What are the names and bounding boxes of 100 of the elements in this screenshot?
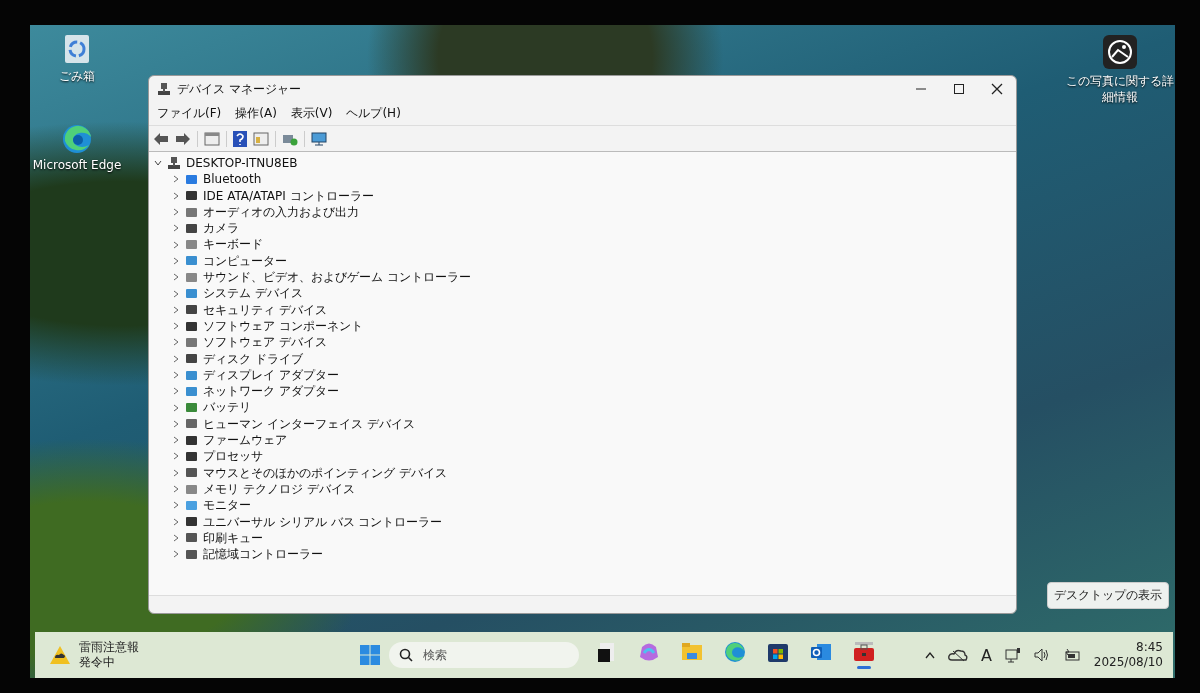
- chevron-icon[interactable]: [172, 240, 180, 249]
- tree-item[interactable]: DESKTOP-ITNU8EB: [186, 155, 298, 172]
- tree-item[interactable]: ディスク ドライブ: [203, 350, 303, 367]
- device-icon: [185, 238, 198, 252]
- chevron-icon[interactable]: [172, 289, 180, 298]
- menu-item[interactable]: 表示(V): [290, 105, 333, 122]
- search-icon[interactable]: [399, 648, 413, 662]
- tree-item[interactable]: ネットワーク アダプター: [203, 383, 339, 400]
- tree-item[interactable]: IDE ATA/ATAPI コントローラー: [203, 187, 374, 204]
- weather-status[interactable]: 発令中: [79, 655, 139, 670]
- chevron-icon[interactable]: [172, 485, 180, 494]
- chevron-icon[interactable]: [172, 354, 180, 363]
- task-view-icon[interactable]: [595, 641, 617, 663]
- properties-window-icon[interactable]: [204, 131, 220, 146]
- chevron-icon[interactable]: [172, 175, 180, 184]
- forward-arrow-icon[interactable]: [175, 131, 191, 146]
- cloud-icon[interactable]: [947, 648, 968, 662]
- chevron-icon[interactable]: [172, 273, 180, 282]
- chevron-icon[interactable]: [172, 468, 180, 477]
- menu-item[interactable]: ファイル(F): [157, 105, 222, 122]
- network-icon[interactable]: [1004, 647, 1021, 663]
- tree-item[interactable]: 印刷キュー: [203, 529, 263, 547]
- computer-icon: [157, 82, 171, 96]
- tree-item[interactable]: マウスとそのほかのポインティング デバイス: [203, 464, 447, 481]
- toolbox-icon[interactable]: [853, 641, 875, 663]
- search-placeholder[interactable]: 検索: [423, 646, 447, 664]
- chevron-icon[interactable]: [172, 517, 180, 526]
- chevron-icon[interactable]: [172, 550, 180, 559]
- folder-icon[interactable]: [681, 641, 703, 663]
- tree-item[interactable]: カメラ: [203, 220, 239, 237]
- speaker-icon[interactable]: [1033, 648, 1050, 662]
- chevron-icon[interactable]: [172, 419, 180, 428]
- photo-info-label[interactable]: この写真に関する詳細情報: [1066, 74, 1174, 106]
- chevron-icon[interactable]: [172, 256, 180, 265]
- chevron-icon[interactable]: [154, 159, 162, 168]
- photo-info-icon[interactable]: [1103, 35, 1137, 69]
- chevron-icon[interactable]: [172, 322, 180, 331]
- window-title: デバイス マネージャー: [177, 80, 302, 98]
- desktop-icon-label[interactable]: ごみ箱: [59, 68, 95, 85]
- chevron-icon[interactable]: [172, 338, 180, 347]
- tree-item[interactable]: モニター: [203, 497, 251, 514]
- tree-item[interactable]: キーボード: [203, 236, 263, 253]
- tree-item[interactable]: セキュリティ デバイス: [203, 301, 327, 318]
- device-icon: [185, 401, 198, 415]
- device-icon: [185, 172, 198, 186]
- chevron-icon[interactable]: [172, 387, 180, 396]
- chevron-icon[interactable]: [172, 208, 180, 217]
- battery-icon[interactable]: [1062, 648, 1081, 662]
- help-icon[interactable]: [233, 130, 247, 147]
- tree-item[interactable]: ソフトウェア デバイス: [203, 334, 327, 351]
- chevron-icon[interactable]: [172, 501, 180, 510]
- device-icon: [185, 450, 198, 463]
- device-icon: [185, 547, 198, 561]
- search-field[interactable]: 検索: [389, 642, 579, 668]
- tree-item[interactable]: システム デバイス: [203, 285, 303, 302]
- ime-indicator[interactable]: A: [980, 645, 992, 665]
- tree-item[interactable]: メモリ テクノロジ デバイス: [203, 480, 355, 498]
- tree-item[interactable]: ユニバーサル シリアル バス コントローラー: [203, 513, 443, 530]
- chevron-icon[interactable]: [172, 533, 180, 542]
- tree-item[interactable]: ファームウェア: [203, 432, 287, 449]
- weather-warning-icon[interactable]: [49, 645, 71, 665]
- clock-time[interactable]: 8:45: [1136, 640, 1163, 655]
- device-icon: [185, 287, 198, 300]
- desktop-icon-label[interactable]: Microsoft Edge: [32, 158, 122, 172]
- tree-item[interactable]: プロセッサ: [203, 448, 263, 465]
- maximize-icon[interactable]: [953, 83, 965, 95]
- device-icon: [185, 498, 198, 512]
- computer-icon: [167, 156, 181, 171]
- chevron-icon[interactable]: [172, 224, 180, 233]
- clock-date[interactable]: 2025/08/10: [1093, 655, 1163, 670]
- chevron-icon[interactable]: [172, 452, 180, 461]
- weather-title[interactable]: 雷雨注意報: [79, 640, 139, 655]
- monitor-icon[interactable]: [311, 131, 327, 146]
- tree-item[interactable]: 記憶域コントローラー: [203, 546, 323, 563]
- tree-item[interactable]: ヒューマン インターフェイス デバイス: [203, 415, 415, 433]
- device-icon: [185, 189, 198, 203]
- tree-item[interactable]: バッテリ: [203, 399, 251, 416]
- tree-item[interactable]: ソフトウェア コンポーネント: [203, 317, 363, 335]
- mail-app-icon[interactable]: [810, 641, 832, 663]
- device-icon: [185, 335, 198, 349]
- chevron-icon[interactable]: [172, 191, 180, 200]
- store-icon[interactable]: [767, 641, 789, 663]
- menu-item[interactable]: 操作(A): [235, 105, 277, 122]
- tree-item[interactable]: Bluetooth: [203, 171, 262, 188]
- tree-item[interactable]: オーディオの入力および出力: [203, 203, 359, 221]
- tree-item[interactable]: サウンド、ビデオ、およびゲーム コントローラー: [203, 269, 471, 286]
- device-icon: [185, 352, 198, 366]
- show-desktop-tooltip: デスクトップの表示: [1047, 582, 1169, 609]
- close-icon[interactable]: [991, 83, 1003, 95]
- device-icon: [185, 531, 198, 545]
- chevron-icon[interactable]: [172, 403, 180, 412]
- chevron-icon[interactable]: [172, 436, 180, 445]
- back-arrow-icon[interactable]: [153, 131, 169, 146]
- chevron-icon[interactable]: [172, 371, 180, 379]
- chevron-icon[interactable]: [172, 305, 180, 314]
- tree-item[interactable]: コンピューター: [203, 252, 287, 270]
- tree-item[interactable]: ディスプレイ アダプター: [203, 366, 339, 384]
- chevron-up-icon[interactable]: [924, 651, 935, 659]
- start-icon[interactable]: [359, 644, 381, 666]
- menu-item[interactable]: ヘルプ(H): [346, 105, 401, 122]
